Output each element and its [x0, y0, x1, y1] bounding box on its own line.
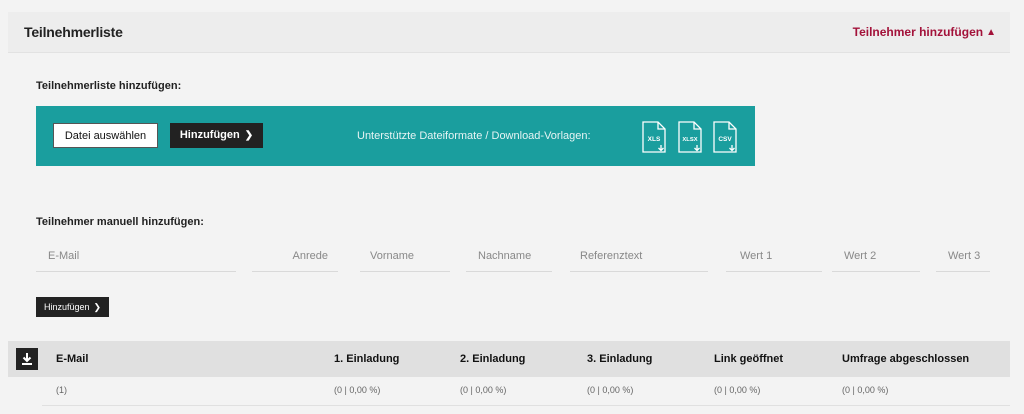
value1-placeholder: Wert 1: [740, 250, 773, 262]
upload-add-label: Hinzufügen: [179, 129, 240, 141]
col-header-survey-completed[interactable]: Umfrage abgeschlossen: [842, 353, 969, 365]
upload-section-label: Teilnehmerliste hinzufügen:: [36, 80, 182, 92]
page-title: Teilnehmerliste: [24, 24, 123, 40]
col-header-link-opened[interactable]: Link geöffnet: [714, 353, 783, 365]
value2-placeholder: Wert 2: [844, 250, 877, 262]
email-field[interactable]: E-Mail: [36, 241, 236, 272]
csv-label: CSV: [718, 136, 732, 143]
xlsx-template-icon[interactable]: XLSX: [678, 121, 702, 153]
file-download-icon: XLSX: [678, 121, 702, 153]
csv-template-icon[interactable]: CSV: [713, 121, 737, 153]
value1-field[interactable]: Wert 1: [726, 241, 822, 272]
add-participant-toggle[interactable]: Teilnehmer hinzufügen ▲: [853, 25, 996, 39]
formats-label: Unterstützte Dateiformate / Download-Vor…: [357, 130, 591, 142]
xlsx-label: XLSX: [682, 137, 697, 143]
xls-label: XLS: [648, 136, 661, 143]
file-download-icon: XLS: [642, 121, 666, 153]
xls-template-icon[interactable]: XLS: [642, 121, 666, 153]
value3-placeholder: Wert 3: [948, 250, 981, 262]
chevron-up-icon: ▲: [986, 27, 996, 38]
upload-add-button[interactable]: Hinzufügen ❯: [170, 123, 263, 148]
table-row: (1) (0 | 0,00 %) (0 | 0,00 %) (0 | 0,00 …: [42, 377, 1010, 406]
col-header-email[interactable]: E-Mail: [56, 353, 88, 365]
cell-link-opened: (0 | 0,00 %): [714, 385, 761, 395]
value3-field[interactable]: Wert 3: [936, 241, 990, 272]
firstname-placeholder: Vorname: [370, 250, 415, 262]
col-header-invite3[interactable]: 3. Einladung: [587, 353, 652, 365]
chevron-right-icon: ❯: [244, 130, 254, 141]
upload-bar: Datei auswählen Hinzufügen ❯ Unterstützte…: [36, 106, 755, 166]
col-header-invite1[interactable]: 1. Einladung: [334, 353, 399, 365]
manual-add-button[interactable]: Hinzufügen ❯: [36, 297, 109, 317]
download-button[interactable]: [16, 348, 38, 370]
value2-field[interactable]: Wert 2: [832, 241, 920, 272]
cell-invite2: (0 | 0,00 %): [460, 385, 507, 395]
cell-invite3: (0 | 0,00 %): [587, 385, 634, 395]
file-download-icon: CSV: [713, 121, 737, 153]
cell-email: (1): [56, 385, 67, 395]
reference-placeholder: Referenztext: [580, 250, 643, 262]
email-placeholder: E-Mail: [48, 250, 80, 262]
cell-survey-completed: (0 | 0,00 %): [842, 385, 889, 395]
salutation-field[interactable]: Anrede: [252, 241, 338, 272]
lastname-field[interactable]: Nachname: [466, 241, 552, 272]
lastname-placeholder: Nachname: [478, 250, 532, 262]
page-header: Teilnehmerliste Teilnehmer hinzufügen ▲: [8, 12, 1010, 53]
manual-section-label: Teilnehmer manuell hinzufügen:: [36, 216, 204, 228]
download-icon: [22, 353, 32, 365]
add-participant-label: Teilnehmer hinzufügen: [852, 25, 984, 39]
chevron-right-icon: ❯: [93, 302, 102, 312]
salutation-placeholder: Anrede: [292, 250, 328, 262]
col-header-invite2[interactable]: 2. Einladung: [460, 353, 525, 365]
firstname-field[interactable]: Vorname: [360, 241, 450, 272]
cell-invite1: (0 | 0,00 %): [334, 385, 381, 395]
table-header-row: E-Mail 1. Einladung 2. Einladung 3. Einl…: [8, 341, 1010, 377]
participant-list-page: Teilnehmerliste Teilnehmer hinzufügen ▲ T…: [0, 0, 1024, 414]
add-participant-panel: Teilnehmerliste hinzufügen: Datei auswäh…: [8, 53, 1010, 328]
choose-file-button[interactable]: Datei auswählen: [53, 123, 158, 148]
manual-add-label: Hinzufügen: [43, 302, 90, 312]
reference-field[interactable]: Referenztext: [570, 241, 708, 272]
